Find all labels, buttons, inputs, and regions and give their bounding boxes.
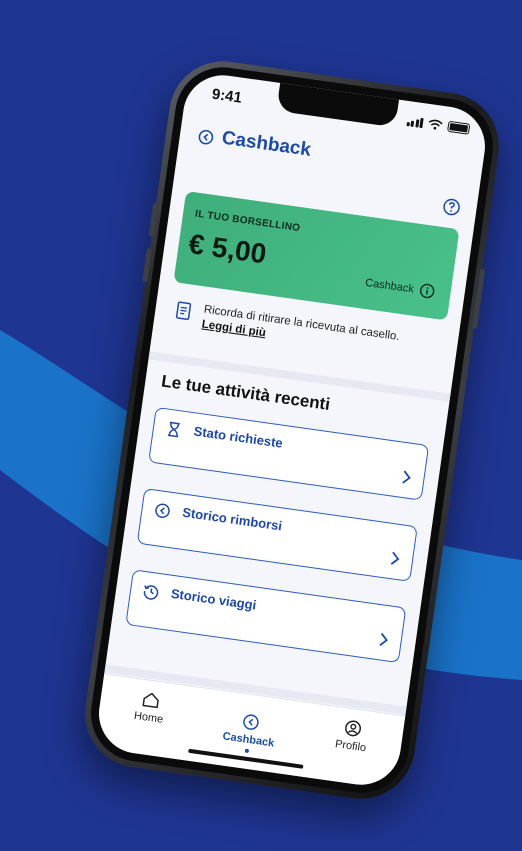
tab-cashback-label: Cashback bbox=[221, 730, 276, 750]
request-status-label: Stato richieste bbox=[192, 423, 284, 451]
profile-icon bbox=[345, 720, 362, 737]
tab-home-label: Home bbox=[133, 709, 164, 726]
battery-icon bbox=[447, 120, 471, 135]
app-screen: 9:41 Cashback IL TUO BORSELLINO € 5,00 C… bbox=[93, 70, 491, 790]
page-title: Cashback bbox=[220, 127, 313, 161]
tab-profile[interactable]: Profilo bbox=[310, 714, 394, 758]
trip-history-button[interactable]: Storico viaggi bbox=[125, 569, 407, 664]
signal-icon bbox=[406, 115, 424, 128]
cashback-icon bbox=[243, 714, 259, 730]
wallet-amount: € 5,00 bbox=[186, 227, 269, 270]
tab-home[interactable]: Home bbox=[108, 686, 192, 730]
tab-cashback[interactable]: Cashback bbox=[207, 708, 292, 759]
cashback-info-link[interactable]: Cashback bbox=[364, 275, 435, 300]
home-icon bbox=[142, 692, 159, 709]
cashback-back-icon[interactable] bbox=[197, 128, 215, 146]
phone-mockup: 9:41 Cashback IL TUO BORSELLINO € 5,00 C… bbox=[78, 54, 506, 806]
receipt-icon bbox=[175, 301, 192, 321]
cashback-info-label: Cashback bbox=[364, 276, 415, 296]
trip-history-icon bbox=[143, 585, 159, 600]
wifi-icon bbox=[428, 119, 443, 130]
chevron-right-icon bbox=[390, 551, 400, 565]
refund-history-label: Storico rimborsi bbox=[181, 504, 284, 534]
chevron-right-icon bbox=[402, 470, 411, 484]
trip-history-label: Storico viaggi bbox=[170, 585, 258, 613]
refund-history-button[interactable]: Storico rimborsi bbox=[136, 488, 418, 582]
status-time: 9:41 bbox=[210, 85, 243, 107]
status-icons bbox=[406, 115, 471, 135]
active-tab-indicator bbox=[244, 748, 250, 754]
tab-profile-label: Profilo bbox=[334, 738, 367, 755]
refund-history-icon bbox=[155, 503, 170, 519]
hourglass-icon bbox=[167, 421, 180, 438]
help-icon[interactable] bbox=[441, 197, 461, 217]
request-status-button[interactable]: Stato richieste bbox=[148, 406, 430, 501]
info-icon bbox=[419, 283, 435, 299]
chevron-right-icon bbox=[379, 632, 388, 647]
